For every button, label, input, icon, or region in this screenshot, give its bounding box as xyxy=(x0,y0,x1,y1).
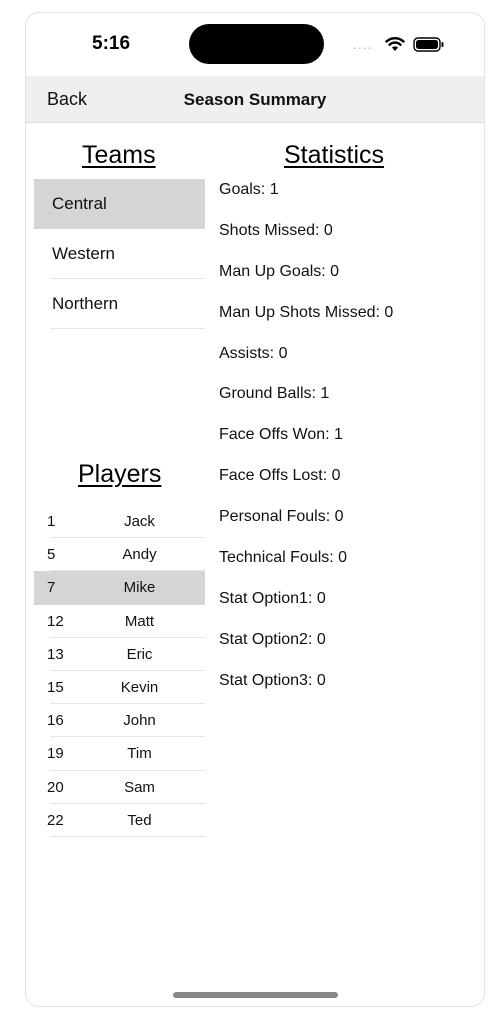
player-row[interactable]: 7 Mike xyxy=(34,571,205,605)
stat-man-up-shots-missed: Man Up Shots Missed: 0 xyxy=(219,303,394,321)
player-row[interactable]: 12 Matt xyxy=(34,605,205,638)
player-name: Matt xyxy=(124,612,155,630)
stat-option-3: Stat Option3: 0 xyxy=(219,671,326,689)
stat-face-offs-lost: Face Offs Lost: 0 xyxy=(219,467,341,485)
team-label: Central xyxy=(52,194,107,213)
status-time: 5:16 xyxy=(92,33,131,54)
player-number: 22 xyxy=(47,811,64,829)
status-bar: 5:16 .... xyxy=(26,13,484,76)
player-name: Tim xyxy=(127,745,152,763)
stat-goals: Goals: 1 xyxy=(219,181,279,198)
player-number: 1 xyxy=(47,513,56,531)
player-row[interactable]: 13 Eric xyxy=(34,638,205,672)
dynamic-island xyxy=(189,24,324,64)
player-name: Sam xyxy=(124,778,155,796)
player-name: John xyxy=(123,712,156,730)
navigation-bar: Back Season Summary xyxy=(26,76,484,123)
stat-personal-fouls: Personal Fouls: 0 xyxy=(219,508,344,526)
home-indicator[interactable] xyxy=(173,992,338,998)
player-number: 16 xyxy=(47,712,64,730)
player-row[interactable]: 22 Ted xyxy=(34,804,205,838)
stat-shots-missed: Shots Missed: 0 xyxy=(219,221,333,239)
statistics-heading: Statistics xyxy=(284,141,385,169)
player-row[interactable]: 1 Jack xyxy=(34,505,205,539)
player-name: Andy xyxy=(122,546,157,564)
stat-technical-fouls: Technical Fouls: 0 xyxy=(219,549,348,567)
team-row[interactable]: Northern xyxy=(34,279,205,329)
player-number: 19 xyxy=(47,745,64,763)
wifi-icon xyxy=(385,36,405,57)
stat-man-up-goals: Man Up Goals: 0 xyxy=(219,262,340,280)
battery-icon xyxy=(413,37,445,57)
team-label: Northern xyxy=(52,294,119,313)
player-number: 20 xyxy=(47,778,64,796)
player-name: Eric xyxy=(126,645,153,663)
player-number: 13 xyxy=(47,645,64,663)
player-number: 5 xyxy=(47,546,56,564)
player-row[interactable]: 16 John xyxy=(34,704,205,738)
stat-assists: Assists: 0 xyxy=(219,344,288,362)
statistics-list: Goals: 1 Shots Missed: 0 Man Up Goals: 0… xyxy=(219,181,479,713)
stat-face-offs-won: Face Offs Won: 1 xyxy=(219,426,343,444)
player-row[interactable]: 20 Sam xyxy=(34,771,205,804)
player-name: Ted xyxy=(127,811,152,829)
player-row[interactable]: 15 Kevin xyxy=(34,671,205,705)
team-label: Western xyxy=(52,244,115,263)
stat-option-1: Stat Option1: 0 xyxy=(219,589,326,607)
player-number: 7 xyxy=(47,579,56,597)
player-number: 12 xyxy=(47,612,64,630)
player-name: Kevin xyxy=(120,679,159,697)
team-row[interactable]: Western xyxy=(34,229,205,279)
team-list: Central Western Northern xyxy=(34,179,205,329)
player-row[interactable]: 5 Andy xyxy=(34,538,205,572)
stat-ground-balls: Ground Balls: 1 xyxy=(219,385,330,403)
player-list: 1 Jack 5 Andy 7 Mike 12 Matt 13 Eric 15 Kevin … xyxy=(34,505,205,838)
signal-icon: .... xyxy=(353,36,373,52)
team-row[interactable]: Central xyxy=(34,179,205,229)
player-name: Mike xyxy=(123,579,156,597)
phone-screen: 5:16 .... Back Season Summary Teams Cent… xyxy=(25,12,485,1007)
stat-option-2: Stat Option2: 0 xyxy=(219,630,326,648)
page-title: Season Summary xyxy=(183,90,327,109)
player-name: Jack xyxy=(124,513,155,531)
player-number: 15 xyxy=(47,679,64,697)
players-heading: Players xyxy=(78,460,162,488)
player-row[interactable]: 19 Tim xyxy=(34,737,205,771)
teams-heading: Teams xyxy=(82,141,156,169)
